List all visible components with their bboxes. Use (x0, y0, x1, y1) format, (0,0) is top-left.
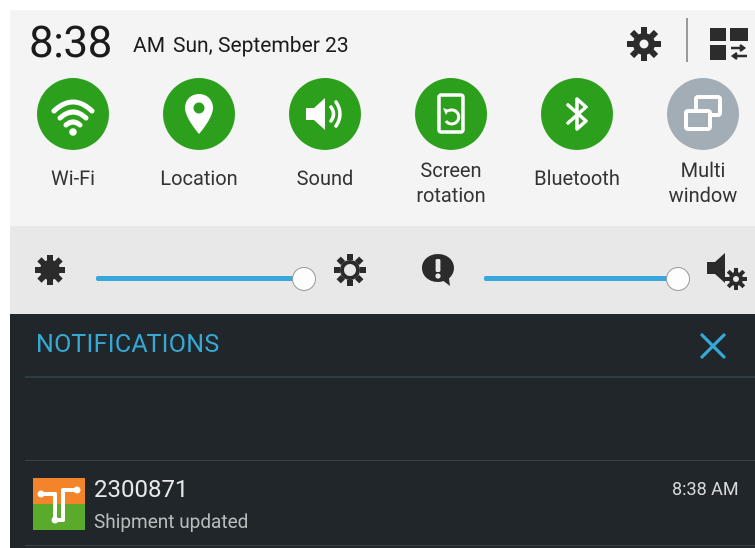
brightness-high-icon (334, 254, 366, 286)
toggle-screen-rotation-circle (415, 78, 487, 150)
toolbar-divider (686, 18, 688, 62)
wifi-icon (51, 99, 95, 136)
bluetooth-icon (566, 97, 588, 131)
clear-notifications-button[interactable] (698, 331, 728, 361)
toggle-sound[interactable]: Sound (262, 76, 388, 226)
date-text: Sun, September 23 (173, 34, 349, 58)
toggle-multi-window-label-line2: window (668, 183, 738, 207)
toggle-bluetooth-label: Bluetooth (534, 166, 620, 190)
toggle-screen-rotation-label: Screen rotation (388, 158, 514, 208)
speaker-icon (306, 98, 342, 130)
status-row: 8:38 AM Sun, September 23 (10, 10, 755, 76)
location-pin-icon (185, 94, 213, 134)
toggle-screen-rotation-label-line2: rotation (416, 183, 486, 207)
toggle-multi-window-label: Multi window (640, 158, 755, 208)
multi-window-icon (684, 95, 722, 131)
gear-icon (627, 27, 661, 61)
toggle-screen-rotation-label-line1: Screen (420, 158, 482, 182)
volume-settings-icon[interactable] (704, 248, 748, 292)
toggle-location-circle (163, 78, 235, 150)
notification-divider-bottom (25, 545, 755, 546)
toggle-wifi-circle (37, 78, 109, 150)
notification-item[interactable]: 2300871 Shipment updated 8:38 AM (25, 461, 755, 545)
clock-time: 8:38 (29, 16, 112, 68)
screen-rotation-icon (437, 93, 465, 134)
notifications-header: NOTIFICATIONS (36, 330, 220, 359)
notification-shade: 8:38 AM Sun, September 23 Wi-Fi Location… (10, 10, 755, 548)
toggle-multi-window[interactable]: Multi window (640, 76, 755, 226)
header-divider (25, 376, 755, 378)
toggle-bluetooth[interactable]: Bluetooth (514, 76, 640, 226)
toggle-location[interactable]: Location (136, 76, 262, 226)
notification-subtitle: Shipment updated (94, 510, 249, 533)
settings-gear-button[interactable] (624, 24, 664, 64)
toggle-wifi-label: Wi-Fi (50, 166, 96, 190)
notification-title: 2300871 (94, 475, 189, 503)
close-icon (700, 333, 726, 359)
toggle-screen-rotation[interactable]: Screen rotation (388, 76, 514, 226)
toggle-bluetooth-circle (541, 78, 613, 150)
brightness-slider-thumb[interactable] (292, 267, 316, 291)
alert-bubble-icon (422, 254, 454, 286)
toggle-location-label: Location (160, 166, 238, 190)
toggle-multi-window-circle (667, 78, 739, 150)
brightness-volume-row (10, 226, 755, 314)
clock-ampm: AM (133, 34, 166, 58)
shipment-app-icon (33, 478, 85, 530)
volume-slider-thumb[interactable] (666, 267, 690, 291)
edit-quick-settings-button[interactable] (708, 24, 750, 64)
quick-settings-panel: 8:38 AM Sun, September 23 Wi-Fi Location… (10, 10, 755, 314)
volume-slider-track[interactable] (484, 276, 676, 281)
toggle-wifi[interactable]: Wi-Fi (10, 76, 136, 226)
notifications-section: NOTIFICATIONS 2300871 Shipment updated 8… (10, 314, 755, 548)
toggle-sound-label: Sound (296, 166, 354, 190)
grid-swap-icon (710, 28, 748, 60)
toggle-sound-circle (289, 78, 361, 150)
notification-time: 8:38 AM (672, 479, 739, 500)
brightness-low-icon (35, 255, 65, 285)
brightness-slider-track[interactable] (96, 276, 308, 281)
toggle-multi-window-label-line1: Multi (680, 158, 726, 182)
quick-toggles-row: Wi-Fi Location Sound Screen rotation Blu… (10, 76, 755, 226)
